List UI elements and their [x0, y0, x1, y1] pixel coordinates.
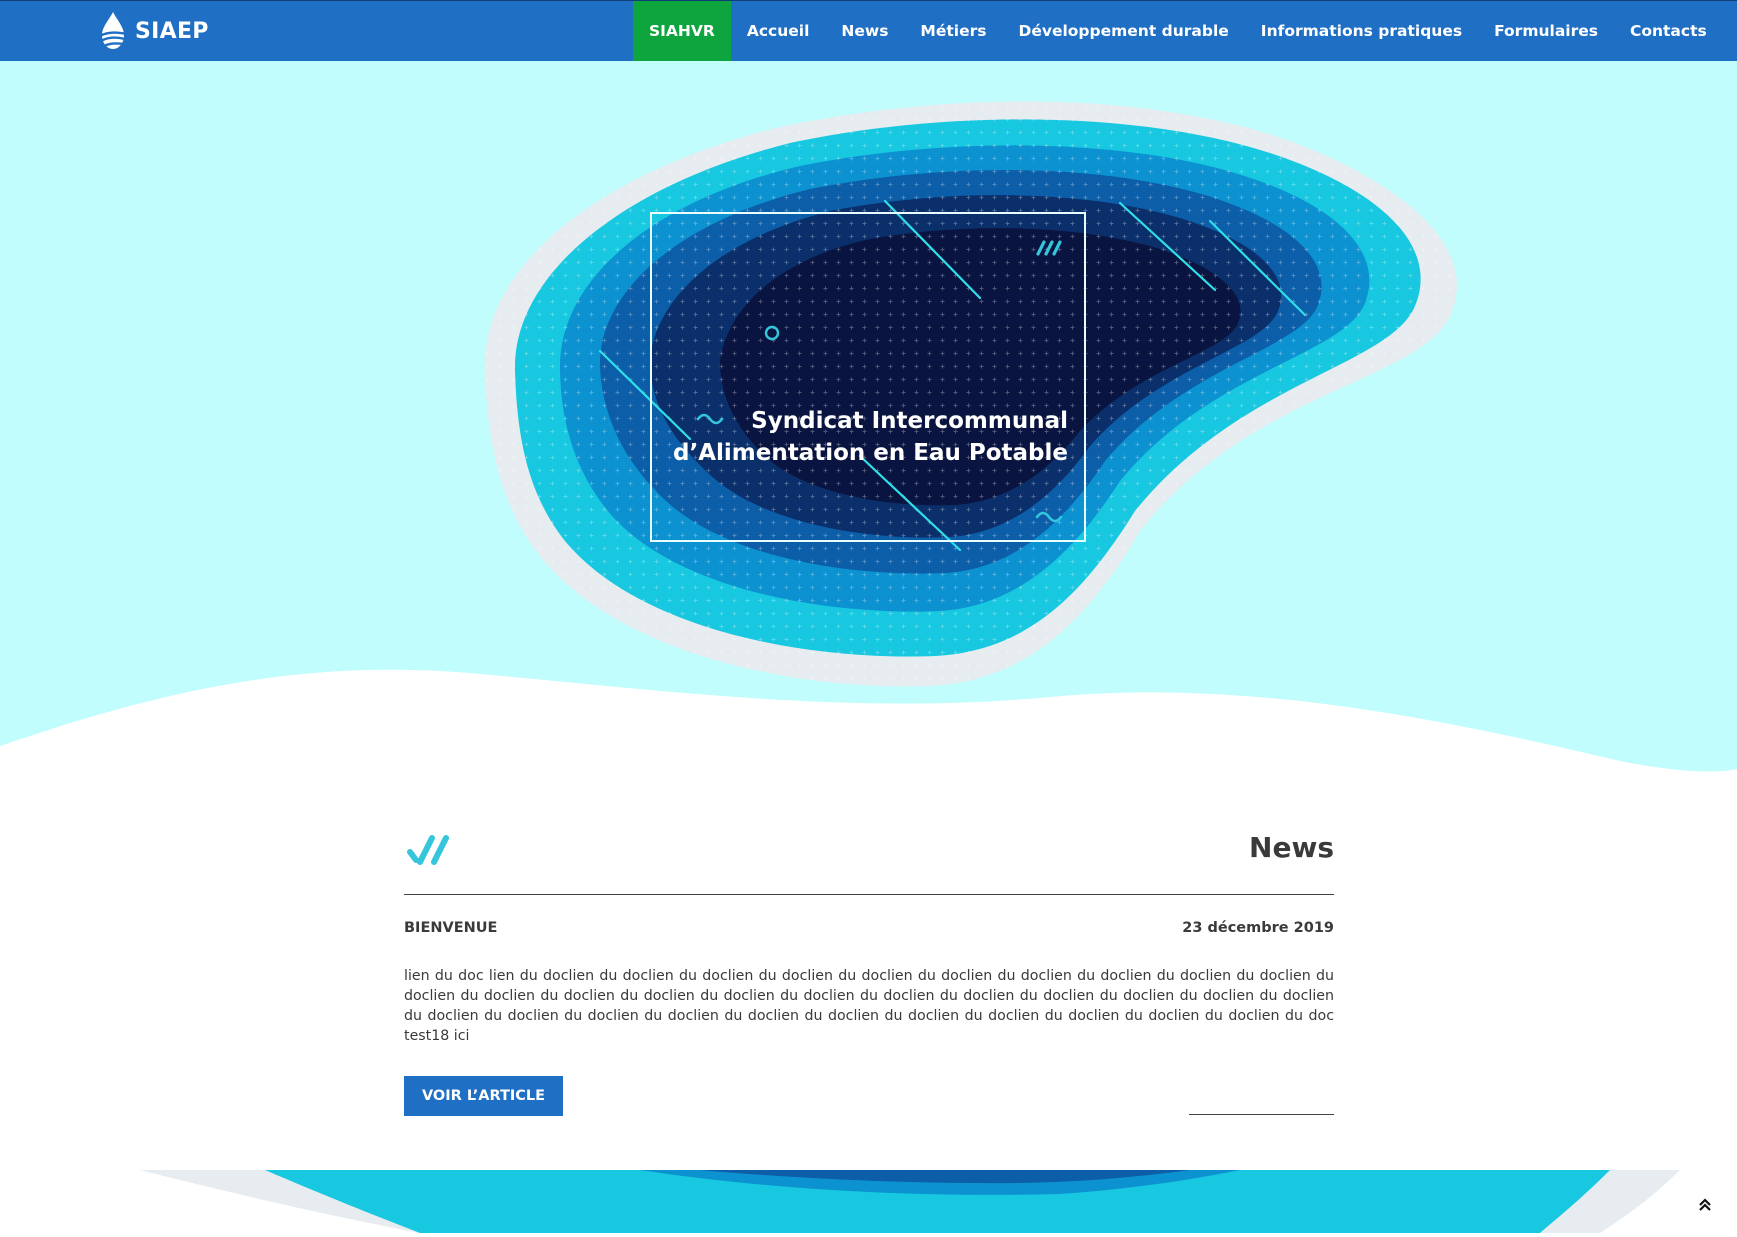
water-drop-logo-icon — [99, 12, 127, 49]
article-footer: VOIR L’ARTICLE — [404, 1076, 1334, 1136]
hero-title: Syndicat Intercommunal d’Alimentation en… — [660, 405, 1068, 469]
news-header: News — [404, 810, 1334, 895]
hero-bottom-wave — [0, 669, 1737, 781]
news-heading: News — [1249, 831, 1334, 864]
scroll-to-top-icon[interactable] — [1695, 1197, 1715, 1217]
hero-title-line-1: Syndicat Intercommunal — [751, 408, 1068, 434]
article-title: BIENVENUE — [404, 920, 498, 936]
nav-item-news[interactable]: News — [825, 1, 904, 61]
news-article: BIENVENUE 23 décembre 2019 lien du doc l… — [404, 920, 1334, 1136]
nav-item-contacts[interactable]: Contacts — [1614, 1, 1723, 61]
brand-name: SIAEP — [135, 18, 209, 44]
article-meta: BIENVENUE 23 décembre 2019 — [404, 920, 1334, 960]
article-excerpt: lien du doc lien du doclien du doclien d… — [404, 968, 1334, 1044]
nav-item-informations-pratiques[interactable]: Informations pratiques — [1245, 1, 1478, 61]
article-divider — [1189, 1114, 1334, 1115]
top-navbar: SIAEP SIAHVR Accueil News Métiers Dévelo… — [0, 0, 1737, 61]
news-section: News BIENVENUE 23 décembre 2019 lien du … — [404, 810, 1334, 1136]
nav-item-formulaires[interactable]: Formulaires — [1478, 1, 1614, 61]
slashes-icon — [407, 835, 449, 865]
nav-item-developpement-durable[interactable]: Développement durable — [1002, 1, 1244, 61]
double-chevron-up-icon — [1699, 1198, 1711, 1211]
read-article-button[interactable]: VOIR L’ARTICLE — [404, 1076, 563, 1116]
hero-title-line-2: d’Alimentation en Eau Potable — [673, 440, 1068, 466]
nav-item-siahvr[interactable]: SIAHVR — [633, 1, 731, 61]
brand-logo-link[interactable]: SIAEP — [97, 9, 209, 53]
hero-banner: Syndicat Intercommunal d’Alimentation en… — [0, 61, 1737, 781]
hero-title-frame — [650, 212, 1086, 542]
article-date: 23 décembre 2019 — [1182, 920, 1334, 936]
nav-item-metiers[interactable]: Métiers — [904, 1, 1002, 61]
nav-item-accueil[interactable]: Accueil — [731, 1, 826, 61]
footer-illustration — [0, 1170, 1737, 1233]
main-menu: SIAHVR Accueil News Métiers Développemen… — [633, 1, 1723, 61]
